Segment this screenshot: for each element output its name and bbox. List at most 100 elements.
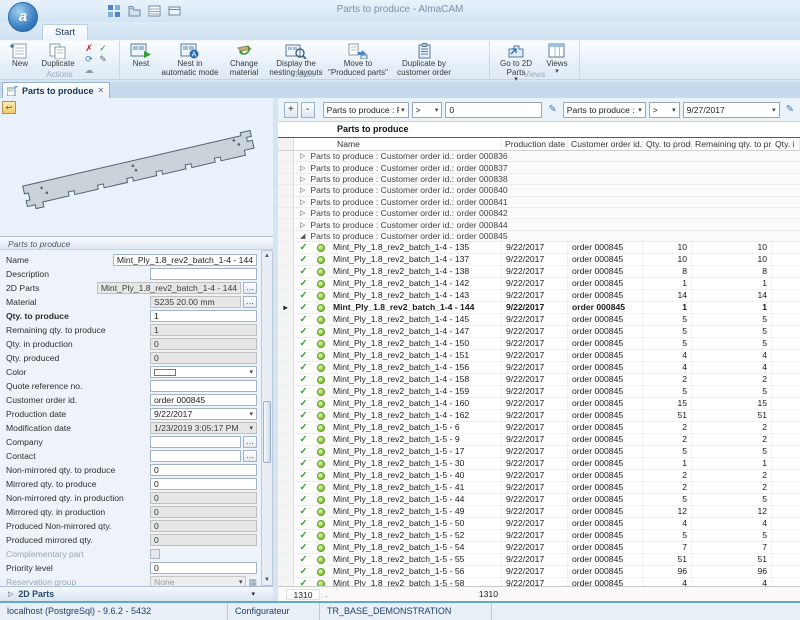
- dropdown-arrow-icon[interactable]: ▾: [249, 410, 253, 418]
- table-row[interactable]: ✓Mint_Ply_1.8_rev2_batch_1-4 - 1589/22/2…: [278, 374, 800, 386]
- close-tab-icon[interactable]: ✕: [98, 86, 105, 95]
- filter-value-input[interactable]: 0: [445, 102, 542, 118]
- customer-order-id-field[interactable]: order 000845: [150, 394, 257, 406]
- reservation-group-icon[interactable]: ▦: [248, 577, 257, 587]
- table-row[interactable]: ✓Mint_Ply_1.8_rev2_batch_1-5 - 419/22/20…: [278, 482, 800, 494]
- filter-field-select-2[interactable]: Parts to produce : Mo... ▾: [563, 102, 646, 118]
- display-nesting-layouts-button[interactable]: Display the nesting layouts: [267, 42, 325, 72]
- expand-icon[interactable]: ▷: [8, 590, 13, 598]
- table-row[interactable]: ✓Mint_Ply_1.8_rev2_batch_1-4 - 1439/22/2…: [278, 290, 800, 302]
- table-row[interactable]: ✓Mint_Ply_1.8_rev2_batch_1-5 - 409/22/20…: [278, 470, 800, 482]
- delete-icon[interactable]: ✗: [82, 43, 96, 54]
- dropdown-arrow-icon[interactable]: ▾: [249, 424, 253, 432]
- column-header-qty-in-production[interactable]: Qty. i: [772, 138, 800, 150]
- table-row[interactable]: ✓Mint_Ply_1.8_rev2_batch_1-5 - 549/22/20…: [278, 542, 800, 554]
- material-ellipsis-button[interactable]: …: [243, 296, 257, 308]
- table-row[interactable]: ✓Mint_Ply_1.8_rev2_batch_1-4 - 1479/22/2…: [278, 326, 800, 338]
- group-row[interactable]: ▷Parts to produce : Customer order id.: …: [278, 219, 800, 230]
- nest-button[interactable]: Nest: [123, 42, 159, 72]
- parts-2d-section-bar[interactable]: ▷ 2D Parts ▾: [0, 586, 277, 601]
- refresh-icon[interactable]: ⟳: [82, 54, 96, 65]
- table-row[interactable]: ✓Mint_Ply_1.8_rev2_batch_1-5 - 589/22/20…: [278, 578, 800, 586]
- toggle-properties-icon[interactable]: ↩: [2, 101, 16, 114]
- dropdown-arrow-icon[interactable]: ▾: [249, 368, 253, 376]
- column-header-customer-order[interactable]: Customer order id. ▲: [568, 138, 643, 150]
- table-row[interactable]: ✓Mint_Ply_1.8_rev2_batch_1-5 - 69/22/201…: [278, 422, 800, 434]
- expand-icon[interactable]: ▷: [300, 198, 305, 206]
- group-row[interactable]: ▷Parts to produce : Customer order id.: …: [278, 151, 800, 162]
- views-button[interactable]: Views ▾: [539, 42, 575, 72]
- tab-parts-to-produce[interactable]: Parts to produce ✕: [2, 82, 110, 98]
- table-row[interactable]: ✓Mint_Ply_1.8_rev2_batch_1-4 - 1609/22/2…: [278, 398, 800, 410]
- qty-to-produce-field[interactable]: 1: [150, 310, 257, 322]
- table-row[interactable]: ✓Mint_Ply_1.8_rev2_batch_1-4 - 1379/22/2…: [278, 254, 800, 266]
- new-button[interactable]: New: [4, 42, 36, 72]
- expand-icon[interactable]: ▷: [300, 209, 305, 217]
- group-row[interactable]: ▷Parts to produce : Customer order id.: …: [278, 162, 800, 173]
- column-header-production-date[interactable]: Production date: [502, 138, 568, 150]
- scrollbar-thumb[interactable]: [263, 401, 271, 463]
- mirrored-qty-to-produce-field[interactable]: 0: [150, 478, 257, 490]
- table-row[interactable]: ✓Mint_Ply_1.8_rev2_batch_1-5 - 309/22/20…: [278, 458, 800, 470]
- add-filter-button[interactable]: +: [284, 102, 298, 118]
- filter-operator-select-2[interactable]: > ▾: [649, 102, 680, 118]
- column-header-remaining-qty[interactable]: Remaining qty. to produce: [692, 138, 772, 150]
- expand-icon[interactable]: ▷: [300, 186, 305, 194]
- table-row[interactable]: ✓Mint_Ply_1.8_rev2_batch_1-5 - 529/22/20…: [278, 530, 800, 542]
- expand-icon[interactable]: ▷: [300, 175, 305, 183]
- dropdown-arrow-icon[interactable]: ▾: [239, 578, 243, 586]
- expand-icon[interactable]: ▷: [300, 221, 305, 229]
- column-header-qty-to-produce[interactable]: Qty. to produce: [643, 138, 692, 150]
- duplicate-by-customer-order-button[interactable]: Duplicate by customer order: [391, 42, 457, 72]
- table-row[interactable]: ✓Mint_Ply_1.8_rev2_batch_1-5 - 179/22/20…: [278, 446, 800, 458]
- table-row[interactable]: ✓Mint_Ply_1.8_rev2_batch_1-5 - 569/22/20…: [278, 566, 800, 578]
- contact-field[interactable]: [150, 450, 241, 462]
- table-row[interactable]: ✓Mint_Ply_1.8_rev2_batch_1-5 - 509/22/20…: [278, 518, 800, 530]
- table-row[interactable]: ✓Mint_Ply_1.8_rev2_batch_1-4 - 1629/22/2…: [278, 410, 800, 422]
- table-row[interactable]: ✓Mint_Ply_1.8_rev2_batch_1-4 - 1599/22/2…: [278, 386, 800, 398]
- properties-section-header[interactable]: Parts to produce: [0, 236, 277, 250]
- filter-date-select[interactable]: 9/27/2017 ▾: [683, 102, 780, 118]
- production-date-field[interactable]: 9/22/2017▾: [150, 408, 257, 420]
- table-row[interactable]: ✓Mint_Ply_1.8_rev2_batch_1-5 - 449/22/20…: [278, 494, 800, 506]
- expand-icon[interactable]: ▷: [300, 152, 305, 160]
- table-row[interactable]: ✓Mint_Ply_1.8_rev2_batch_1-5 - 559/22/20…: [278, 554, 800, 566]
- section-expand-icon[interactable]: ▾: [251, 590, 255, 598]
- contact-ellipsis-button[interactable]: …: [243, 450, 257, 462]
- tab-start[interactable]: Start: [42, 24, 88, 40]
- table-row[interactable]: ✓Mint_Ply_1.8_rev2_batch_1-4 - 1519/22/2…: [278, 350, 800, 362]
- move-to-produced-button[interactable]: Move to "Produced parts": [325, 42, 391, 72]
- column-header-name[interactable]: Name: [294, 138, 502, 150]
- filter-operator-select[interactable]: > ▾: [412, 102, 443, 118]
- group-row[interactable]: ▷Parts to produce : Customer order id.: …: [278, 185, 800, 196]
- filter-field-select[interactable]: Parts to produce : Re... ▾: [323, 102, 409, 118]
- color-field[interactable]: ▾: [150, 366, 257, 378]
- properties-scrollbar[interactable]: ▲ ▼: [261, 250, 273, 586]
- almacam-logo[interactable]: a: [8, 2, 38, 32]
- collapse-icon[interactable]: ◢: [300, 232, 305, 240]
- validate-icon[interactable]: ✓: [96, 43, 110, 54]
- group-row[interactable]: ▷Parts to produce : Customer order id.: …: [278, 208, 800, 219]
- group-row[interactable]: ▷Parts to produce : Customer order id.: …: [278, 174, 800, 185]
- scroll-up-icon[interactable]: ▲: [262, 251, 272, 261]
- table-row[interactable]: ✓Mint_Ply_1.8_rev2_batch_1-5 - 99/22/201…: [278, 434, 800, 446]
- priority-level-field[interactable]: 0: [150, 562, 257, 574]
- table-row[interactable]: ✓Mint_Ply_1.8_rev2_batch_1-4 - 1389/22/2…: [278, 266, 800, 278]
- expand-icon[interactable]: ▷: [300, 164, 305, 172]
- table-row[interactable]: ✓Mint_Ply_1.8_rev2_batch_1-4 - 1569/22/2…: [278, 362, 800, 374]
- table-row[interactable]: ✓Mint_Ply_1.8_rev2_batch_1-4 - 1429/22/2…: [278, 278, 800, 290]
- scroll-down-icon[interactable]: ▼: [262, 575, 272, 585]
- edit-icon[interactable]: ✎: [96, 54, 110, 65]
- clear-filter-icon[interactable]: ✎: [786, 104, 794, 115]
- go-to-2d-parts-button[interactable]: Go to 2D Parts ▾: [493, 42, 539, 72]
- group-row[interactable]: ◢Parts to produce : Customer order id.: …: [278, 231, 800, 242]
- company-field[interactable]: [150, 436, 241, 448]
- quote-reference-no-field[interactable]: [150, 380, 257, 392]
- 2d-parts-ellipsis-button[interactable]: …: [243, 282, 257, 294]
- table-row[interactable]: ✓Mint_Ply_1.8_rev2_batch_1-5 - 499/22/20…: [278, 506, 800, 518]
- table-row[interactable]: ✓Mint_Ply_1.8_rev2_batch_1-4 - 1509/22/2…: [278, 338, 800, 350]
- table-row[interactable]: ✓Mint_Ply_1.8_rev2_batch_1-4 - 1459/22/2…: [278, 314, 800, 326]
- change-material-button[interactable]: Change material: [221, 42, 267, 72]
- table-row[interactable]: ▸✓Mint_Ply_1.8_rev2_batch_1-4 - 1449/22/…: [278, 302, 800, 314]
- company-ellipsis-button[interactable]: …: [243, 436, 257, 448]
